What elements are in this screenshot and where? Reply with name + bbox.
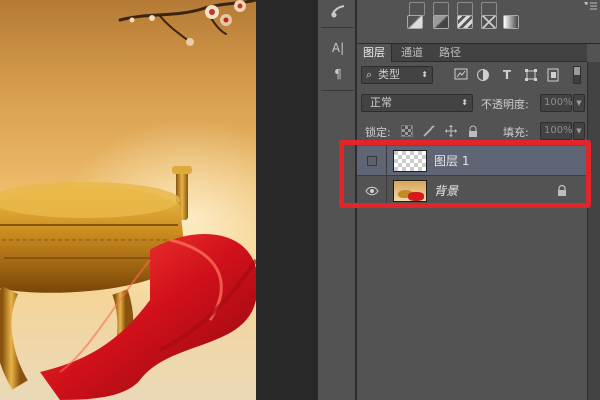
layer-filter-select[interactable]: ⌕ 类型 ⬍: [361, 66, 433, 84]
shape-filter-icon[interactable]: [523, 68, 539, 82]
adjustments-icons: [357, 0, 587, 42]
highlight-annotation: [339, 140, 591, 208]
opacity-input[interactable]: 100%: [540, 94, 573, 112]
lock-transparent-pixels-icon[interactable]: [401, 125, 413, 137]
pasteboard: [256, 0, 317, 400]
tool-separator: [321, 27, 354, 28]
panel-tabs: 图层 通道 路径: [357, 44, 587, 62]
fill-dropdown[interactable]: ▼: [573, 122, 585, 140]
tool-separator: [321, 90, 354, 91]
tab-paths[interactable]: 路径: [433, 44, 467, 62]
paragraph-panel-icon[interactable]: ¶: [327, 64, 349, 84]
panel-menu-icon[interactable]: [584, 2, 598, 14]
type-filter-icon[interactable]: T: [499, 68, 515, 82]
pixel-filter-icon[interactable]: [453, 68, 469, 82]
gradient-map-icon[interactable]: [407, 15, 423, 29]
lock-image-pixels-icon[interactable]: [423, 125, 435, 137]
blend-mode-select[interactable]: 正常 ⬍: [361, 94, 473, 112]
filter-toggle-switch[interactable]: [573, 66, 581, 84]
chevron-updown-icon: ⬍: [421, 70, 428, 79]
adjustment-icon[interactable]: [409, 2, 425, 16]
adjustment-filter-icon[interactable]: [475, 68, 491, 82]
brush-preset-icon[interactable]: [327, 2, 349, 22]
adjustment-icon[interactable]: [433, 2, 449, 16]
opacity-dropdown[interactable]: ▼: [573, 94, 585, 112]
channel-mixer-icon[interactable]: [433, 15, 449, 29]
smart-object-filter-icon[interactable]: [545, 68, 561, 82]
chevron-updown-icon: ⬍: [461, 98, 468, 107]
selective-color-icon[interactable]: [481, 15, 497, 29]
fill-label: 填充:: [503, 126, 529, 139]
gradient-fill-icon[interactable]: [503, 15, 519, 29]
canvas-artwork: [0, 0, 256, 400]
lock-all-icon[interactable]: [467, 125, 479, 137]
layer-filter-label: 类型: [378, 68, 400, 81]
fill-input[interactable]: 100%: [540, 122, 573, 140]
tab-layers[interactable]: 图层: [357, 44, 392, 62]
blend-mode-value: 正常: [370, 96, 392, 109]
document-canvas[interactable]: [0, 0, 256, 400]
search-icon: ⌕: [366, 68, 373, 81]
character-panel-icon[interactable]: A|: [327, 38, 349, 58]
opacity-label: 不透明度:: [481, 98, 529, 111]
tab-channels[interactable]: 通道: [395, 44, 429, 62]
lock-position-icon[interactable]: [445, 125, 457, 137]
adjustment-icon[interactable]: [457, 2, 473, 16]
lock-label: 锁定:: [365, 126, 391, 139]
panel-scrollbar[interactable]: [587, 62, 600, 400]
plum-blossoms: [129, 0, 246, 46]
adjustment-icon[interactable]: [481, 2, 497, 16]
threshold-icon[interactable]: [457, 15, 473, 29]
